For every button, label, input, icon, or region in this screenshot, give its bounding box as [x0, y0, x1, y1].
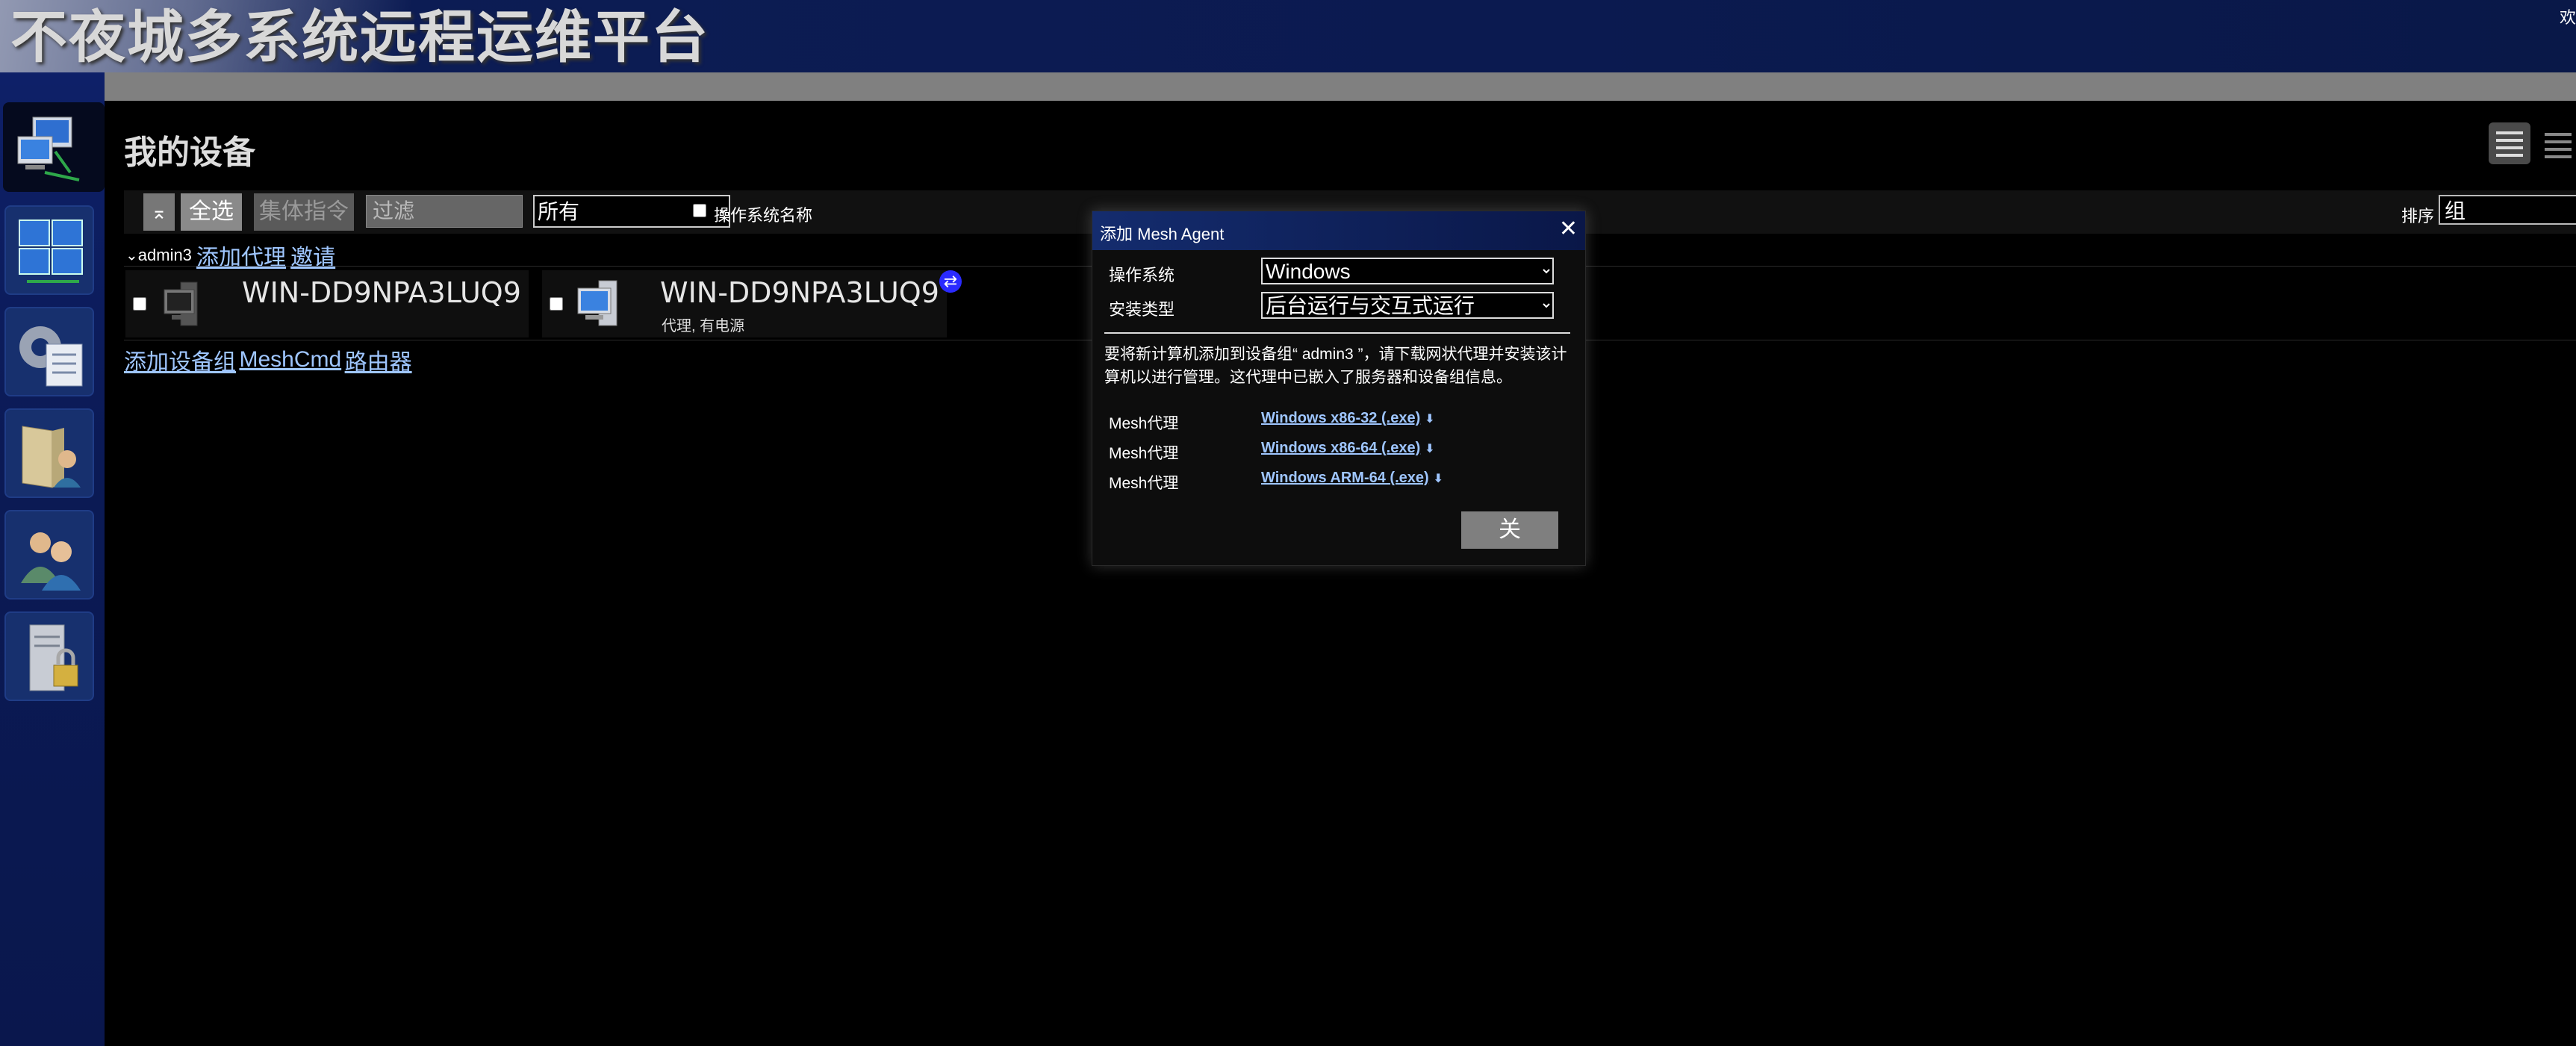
- group-header: ⌄admin3 添加代理 邀请: [125, 239, 335, 270]
- device-name: WIN-DD9NPA3LUQ9: [660, 276, 939, 309]
- download-agent-arm64-link[interactable]: Windows ARM-64 (.exe) ⬇: [1261, 470, 1443, 487]
- close-icon[interactable]: ✕: [1559, 216, 1578, 242]
- gear-document-icon: [19, 326, 83, 387]
- sort-field[interactable]: [2439, 195, 2576, 225]
- left-nav-rail: [0, 72, 105, 1046]
- group-name: admin3: [137, 246, 192, 264]
- device-card[interactable]: WIN-DD9NPA3LUQ9 代理, 有电源 ⇄: [542, 270, 962, 337]
- device-name: WIN-DD9NPA3LUQ9: [242, 276, 521, 309]
- collapse-all-button[interactable]: ⌅: [143, 193, 175, 231]
- dialog-close-button[interactable]: 关: [1461, 511, 1558, 549]
- device-checkbox[interactable]: [550, 297, 563, 311]
- agent-label: Mesh代理: [1109, 475, 1179, 492]
- download-icon: ⬇: [1425, 443, 1435, 455]
- dialog-titlebar: 添加 Mesh Agent ✕: [1092, 211, 1585, 250]
- status-strip: [105, 72, 2576, 101]
- agent-link-text: Windows x86-32 (.exe): [1261, 410, 1421, 426]
- nav-my-desktops[interactable]: [4, 205, 94, 295]
- meshcmd-link[interactable]: MeshCmd: [239, 347, 341, 372]
- device-checkbox[interactable]: [133, 297, 146, 311]
- add-device-group-link[interactable]: 添加设备组: [124, 350, 236, 375]
- computer-online-icon: [577, 280, 617, 326]
- agent-label: Mesh代理: [1109, 445, 1179, 462]
- network-computers-icon: [17, 116, 80, 181]
- top-banner: 不夜城多系统远程运维平台 欢: [0, 0, 2576, 72]
- add-agent-dialog: 添加 Mesh Agent ✕ 操作系统 Windows 安装类型 后台运行与交…: [1092, 211, 1586, 566]
- dialog-description: 要将新计算机添加到设备组“ admin3 ”，请下载网状代理并安装该计算机以进行…: [1104, 346, 1567, 386]
- windows-tiles-icon: [19, 220, 83, 283]
- agent-link-text: Windows x86-64 (.exe): [1261, 440, 1421, 456]
- nav-users[interactable]: [4, 510, 94, 600]
- nav-my-devices[interactable]: [3, 102, 105, 192]
- computer-offline-icon: [164, 281, 198, 326]
- view-detailed-button[interactable]: [2489, 122, 2530, 164]
- download-icon: ⬇: [1425, 413, 1435, 426]
- download-agent-x86-64-link[interactable]: Windows x86-64 (.exe) ⬇: [1261, 440, 1435, 457]
- install-type-select[interactable]: 后台运行与交互式运行: [1261, 292, 1554, 319]
- view-list-button[interactable]: [2537, 122, 2576, 164]
- download-icon: ⬇: [1433, 473, 1444, 485]
- agent-link-text: Windows ARM-64 (.exe): [1261, 470, 1429, 486]
- router-link[interactable]: 路由器: [345, 350, 412, 375]
- add-agent-link[interactable]: 添加代理: [196, 246, 286, 270]
- filter-input[interactable]: [366, 195, 523, 228]
- os-select[interactable]: Windows: [1261, 258, 1554, 284]
- agent-label: Mesh代理: [1109, 415, 1179, 432]
- folder-user-icon: [22, 426, 81, 488]
- select-all-button[interactable]: 全选: [181, 193, 242, 231]
- dialog-title: 添加 Mesh Agent: [1100, 225, 1225, 243]
- page-title: 我的设备: [124, 134, 255, 171]
- sort-label: 排序: [2401, 207, 2435, 225]
- nav-my-files[interactable]: [4, 408, 94, 498]
- chevron-down-icon[interactable]: ⌄: [125, 248, 138, 264]
- device-card[interactable]: WIN-DD9NPA3LUQ9: [125, 270, 529, 337]
- dialog-divider: [1104, 332, 1570, 334]
- os-name-checkbox[interactable]: [693, 204, 706, 217]
- nav-settings[interactable]: [4, 307, 94, 396]
- bottom-links: 添加设备组 MeshCmd 路由器: [124, 343, 412, 376]
- users-icon: [21, 532, 81, 591]
- user-menu[interactable]: 欢: [2560, 4, 2576, 28]
- server-lock-icon: [29, 624, 78, 691]
- os-name-label: 操作系统名称: [714, 206, 813, 225]
- os-label: 操作系统: [1109, 266, 1175, 284]
- relay-badge-icon: ⇄: [939, 270, 962, 293]
- invite-link[interactable]: 邀请: [290, 246, 335, 270]
- device-status: 代理, 有电源: [662, 318, 745, 334]
- group-command-button[interactable]: 集体指令: [254, 193, 354, 231]
- install-type-label: 安装类型: [1109, 300, 1175, 319]
- app-title: 不夜城多系统远程运维平台: [10, 4, 709, 70]
- download-agent-x86-32-link[interactable]: Windows x86-32 (.exe) ⬇: [1261, 410, 1435, 427]
- nav-server[interactable]: [4, 611, 94, 701]
